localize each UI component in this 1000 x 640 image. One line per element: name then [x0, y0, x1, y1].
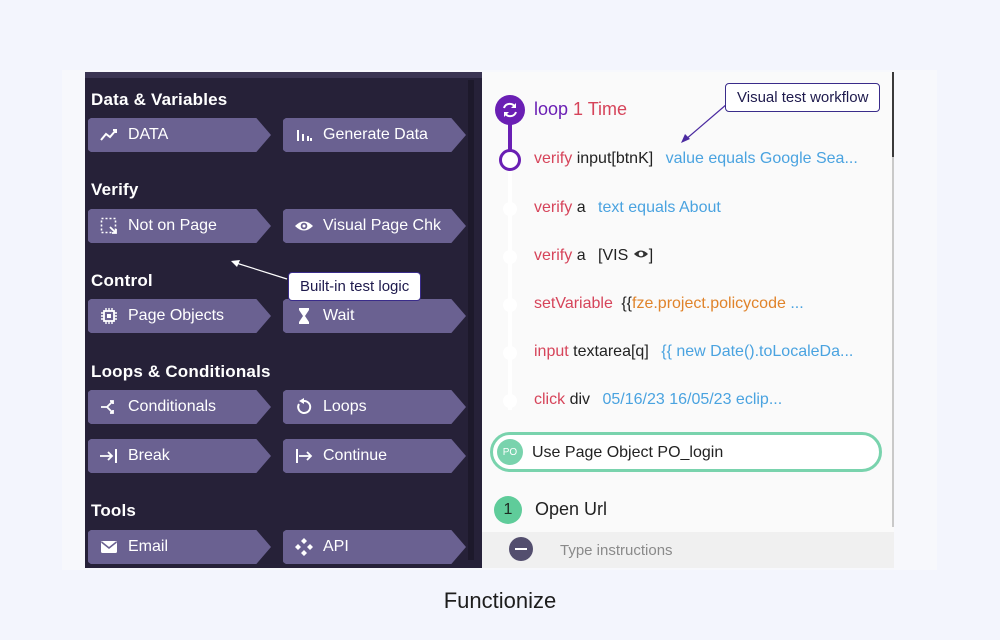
image-caption: Functionize	[443, 588, 557, 613]
test-logic-palette: Data & Variables DATA Generate Data Veri…	[85, 72, 482, 568]
callout-visual-test-workflow: Visual test workflow	[725, 83, 881, 112]
workflow-callout-arrow	[681, 103, 728, 143]
callout-built-in-test-logic: Built-in test logic	[288, 272, 422, 301]
logic-callout-arrow	[231, 260, 288, 280]
test-workflow-panel: loop 1 Time verify input[btnK] value equ…	[482, 72, 894, 568]
